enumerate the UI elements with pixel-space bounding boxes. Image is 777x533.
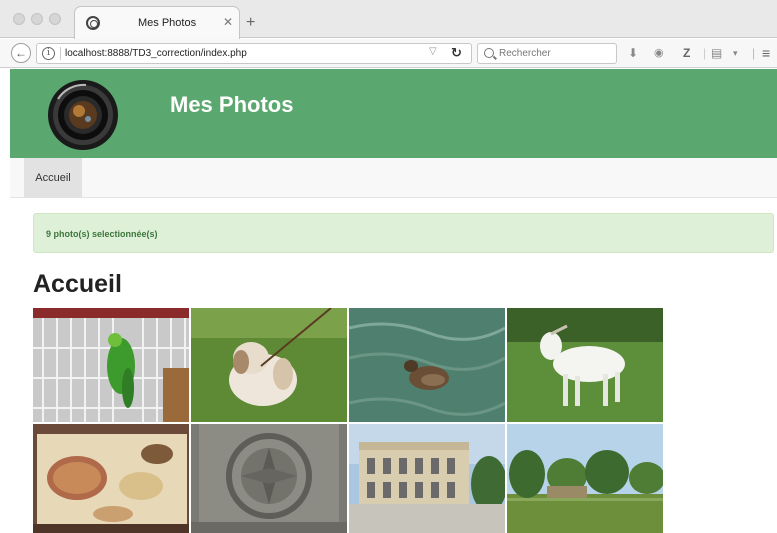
new-tab-button[interactable]: + (246, 15, 255, 31)
main-menu: Accueil (10, 158, 777, 198)
window-zoom-button[interactable] (49, 13, 61, 25)
url-bar[interactable]: i localhost:8888/TD3_correction/index.ph… (36, 43, 472, 64)
camera-lens-logo (48, 80, 118, 150)
tab-title: Mes Photos (138, 17, 197, 29)
hamburger-menu-icon[interactable]: ≡ (762, 46, 770, 60)
reload-icon[interactable]: ↻ (451, 45, 462, 61)
photo-parrot-in-cage[interactable] (33, 308, 189, 422)
photo-carved-stone-ornament[interactable] (191, 424, 347, 533)
photo-duck-in-water[interactable] (349, 308, 505, 422)
addon-icon[interactable]: ◉ (654, 46, 664, 60)
close-icon[interactable]: ✕ (223, 15, 233, 29)
info-icon[interactable]: i (42, 47, 55, 60)
download-icon[interactable]: ⬇ (628, 46, 638, 60)
browser-tab[interactable]: Mes Photos ✕ (74, 6, 240, 39)
window-close-button[interactable] (13, 13, 25, 25)
zotero-icon[interactable]: Z (683, 46, 690, 60)
page-title: Accueil (33, 270, 122, 298)
alert-text: 9 photo(s) selectionnée(s) (46, 229, 158, 239)
photo-plate-of-food[interactable] (33, 424, 189, 533)
url-divider (60, 47, 61, 60)
menu-item-accueil[interactable]: Accueil (24, 158, 82, 198)
toolbar-divider: | (703, 46, 707, 60)
photo-chateau-building[interactable] (349, 424, 505, 533)
photo-dog-on-grass[interactable] (191, 308, 347, 422)
favicon-icon (86, 16, 100, 30)
search-input[interactable]: Rechercher (477, 43, 617, 64)
toolbar-divider: | (752, 46, 756, 60)
back-arrow-icon[interactable]: ← (11, 43, 31, 63)
window-minimize-button[interactable] (31, 13, 43, 25)
browser-nav-bar: ← i localhost:8888/TD3_correction/index.… (0, 39, 777, 68)
search-placeholder: Rechercher (499, 48, 551, 59)
photo-white-goat[interactable] (507, 308, 663, 422)
chevron-down-icon[interactable]: ▾ (733, 46, 738, 60)
reader-icon[interactable]: ▤ (711, 46, 722, 60)
photo-park-landscape[interactable] (507, 424, 663, 533)
site-header: Mes Photos (10, 69, 777, 158)
search-icon (484, 48, 494, 58)
browser-tab-bar: Mes Photos ✕ + (0, 0, 777, 39)
photo-gallery (33, 308, 663, 533)
url-text[interactable]: localhost:8888/TD3_correction/index.php (65, 48, 247, 59)
site-title: Mes Photos (170, 92, 294, 117)
url-dropdown-icon[interactable]: ▽ (429, 46, 437, 57)
selection-alert: 9 photo(s) selectionnée(s) (33, 213, 774, 253)
